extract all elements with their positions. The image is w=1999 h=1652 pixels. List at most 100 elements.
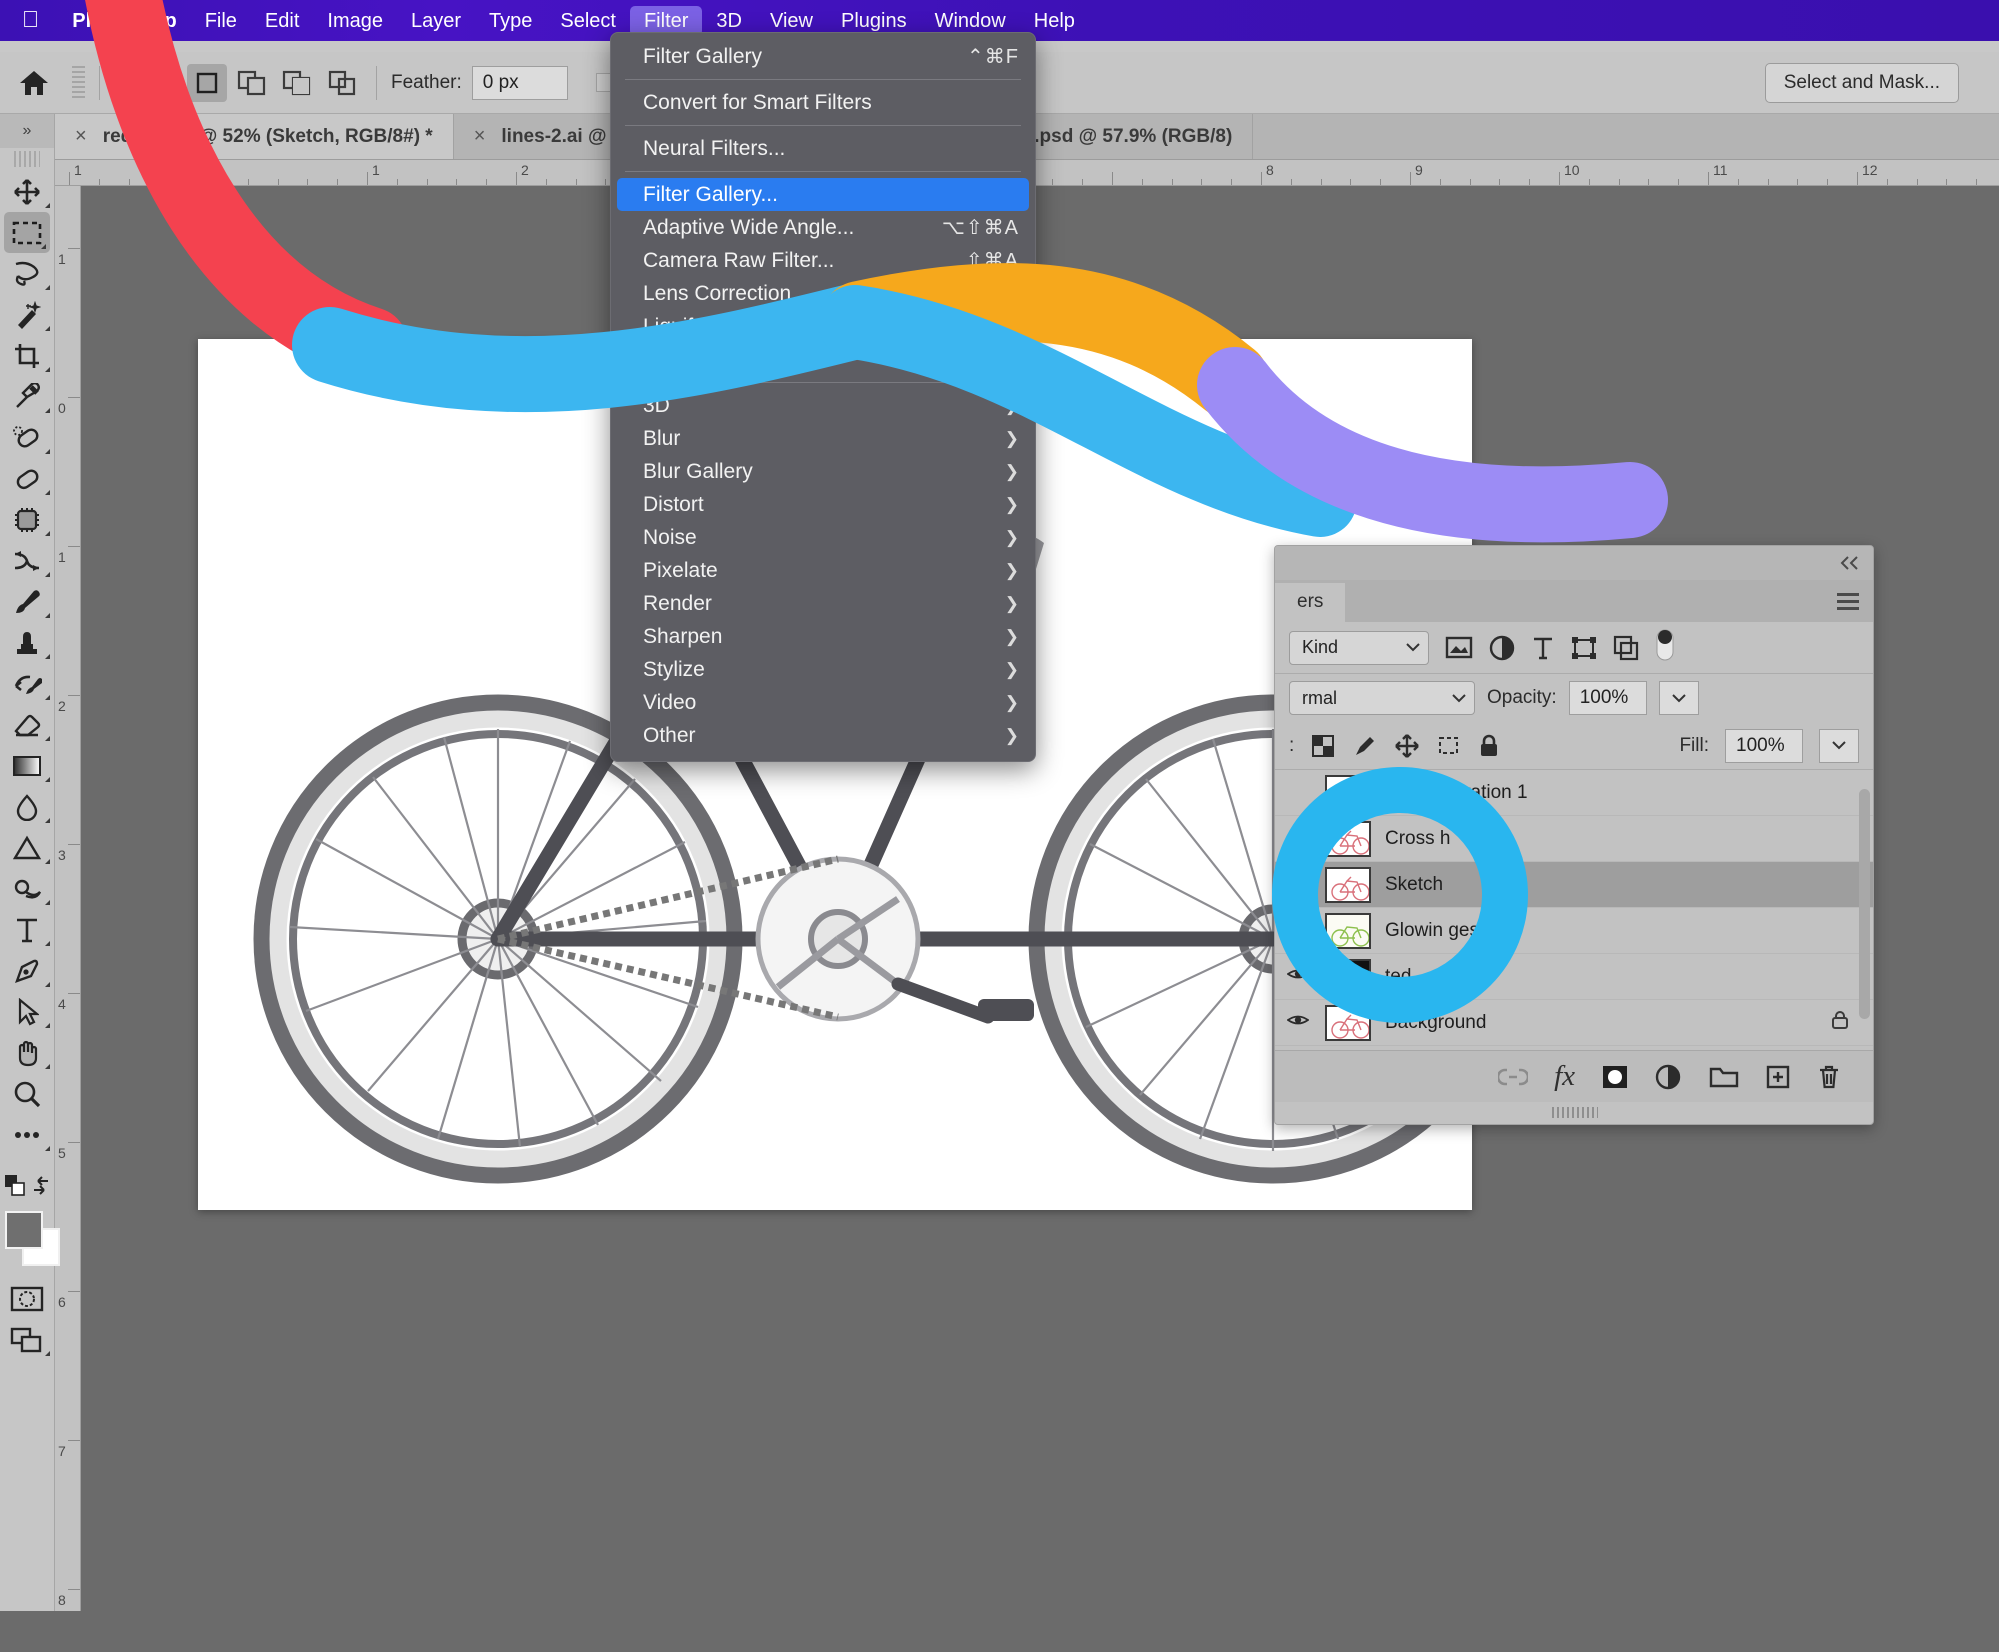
filter-menu-item-convert-for-smart-filters[interactable]: Convert for Smart Filters xyxy=(611,86,1035,119)
filter-menu-item-vanishing-point[interactable]: Vanishing Point...⌥⌘V xyxy=(611,343,1035,376)
eraser-tool[interactable] xyxy=(0,704,54,745)
layer-mask-button[interactable] xyxy=(1601,1064,1629,1090)
filter-menu-item-filter-gallery[interactable]: Filter Gallery⌃⌘F xyxy=(611,40,1035,73)
lock-all-icon[interactable] xyxy=(1478,733,1500,759)
intersect-selection-button[interactable] xyxy=(322,64,362,102)
layers-list[interactable]: Hue/Saturation 1Cross hSketchGlowin ges … xyxy=(1275,770,1873,1046)
patch-tool[interactable] xyxy=(0,458,54,499)
apple-icon[interactable]:  xyxy=(0,8,58,34)
path-selection-tool[interactable] xyxy=(0,991,54,1032)
layer-row[interactable]: Cross h xyxy=(1275,816,1873,862)
new-group-button[interactable] xyxy=(1709,1064,1739,1090)
adjustment-layer-filter-icon[interactable] xyxy=(1489,635,1515,661)
opacity-input[interactable]: 100% xyxy=(1569,681,1647,715)
lasso-tool[interactable] xyxy=(0,253,54,294)
filter-menu-item-video[interactable]: Video❯ xyxy=(611,686,1035,719)
dodge-tool-triangle[interactable] xyxy=(0,827,54,868)
link-layers-button[interactable] xyxy=(1498,1066,1528,1088)
rectangular-marquee-tool[interactable] xyxy=(4,212,50,253)
default-colors-and-swap[interactable] xyxy=(0,1165,54,1206)
filter-menu-item-noise[interactable]: Noise❯ xyxy=(611,521,1035,554)
content-aware-tool[interactable] xyxy=(0,499,54,540)
delete-layer-button[interactable] xyxy=(1817,1063,1841,1091)
double-chevron-left-icon[interactable] xyxy=(1839,555,1861,571)
filter-menu-item-sharpen[interactable]: Sharpen❯ xyxy=(611,620,1035,653)
filter-menu-item-other[interactable]: Other❯ xyxy=(611,719,1035,752)
layer-thumbnail[interactable] xyxy=(1325,867,1371,903)
dodge-tool[interactable] xyxy=(0,868,54,909)
menu-item-plugins[interactable]: Plugins xyxy=(827,6,921,36)
shape-layer-filter-icon[interactable] xyxy=(1571,635,1597,661)
menu-item-layer[interactable]: Layer xyxy=(397,6,475,36)
eye-icon[interactable] xyxy=(1285,966,1311,987)
filter-menu-item-neural-filters[interactable]: Neural Filters... xyxy=(611,132,1035,165)
menu-item-type[interactable]: Type xyxy=(475,6,546,36)
menu-item-help[interactable]: Help xyxy=(1020,6,1089,36)
filter-menu-item-camera-raw-filter[interactable]: Camera Raw Filter...⇧⌘A xyxy=(611,244,1035,277)
layer-thumbnail[interactable] xyxy=(1325,913,1371,949)
color-swatches[interactable] xyxy=(0,1206,55,1278)
menu-item-edit[interactable]: Edit xyxy=(251,6,313,36)
history-brush-tool[interactable] xyxy=(0,663,54,704)
foreground-color-swatch[interactable] xyxy=(5,1211,43,1249)
new-adjustment-layer-button[interactable] xyxy=(1655,1064,1683,1090)
layers-scrollbar[interactable] xyxy=(1859,789,1870,1019)
layer-thumbnail[interactable] xyxy=(1325,775,1371,811)
move-tool[interactable] xyxy=(0,171,54,212)
layers-panel-tabs[interactable]: ers xyxy=(1275,580,1873,622)
pixel-layer-filter-icon[interactable] xyxy=(1445,635,1473,661)
filter-menu-item-render[interactable]: Render❯ xyxy=(611,587,1035,620)
filter-toggle-switch[interactable] xyxy=(1655,628,1675,667)
marquee-tool-preset[interactable] xyxy=(124,70,158,96)
layers-panel-toolbar[interactable]: fx xyxy=(1275,1050,1874,1102)
tools-drag-handle[interactable] xyxy=(14,151,40,167)
filter-menu-item-distort[interactable]: Distort❯ xyxy=(611,488,1035,521)
new-selection-button[interactable] xyxy=(187,64,227,102)
subtract-from-selection-button[interactable] xyxy=(277,64,317,102)
crop-tool[interactable] xyxy=(0,335,54,376)
home-icon[interactable] xyxy=(0,68,68,98)
layer-thumbnail[interactable] xyxy=(1325,959,1371,995)
layer-thumbnail[interactable] xyxy=(1325,1005,1371,1041)
menu-item-file[interactable]: File xyxy=(191,6,251,36)
clone-stamp-tool[interactable] xyxy=(0,622,54,663)
fill-stepper[interactable] xyxy=(1819,729,1859,763)
lock-artboard-icon[interactable] xyxy=(1436,733,1462,759)
document-tab[interactable]: ×red_b .jpg @ 52% (Sketch, RGB/8#) * xyxy=(55,114,454,159)
layer-row[interactable]: Sketch xyxy=(1275,862,1873,908)
filter-menu-item-adaptive-wide-angle[interactable]: Adaptive Wide Angle...⌥⇧⌘A xyxy=(611,211,1035,244)
menu-item-photoshop[interactable]: Photoshop xyxy=(58,6,190,36)
layer-row[interactable]: Background xyxy=(1275,1000,1873,1046)
filter-menu-item-blur[interactable]: Blur❯ xyxy=(611,422,1035,455)
blend-mode-select[interactable]: rmal xyxy=(1289,681,1475,715)
fill-input[interactable]: 100% xyxy=(1725,729,1803,763)
new-layer-button[interactable] xyxy=(1765,1064,1791,1090)
eyedropper-tool[interactable] xyxy=(0,376,54,417)
layers-panel[interactable]: ers Kind rmal Opacity: 100% xyxy=(1274,545,1874,1125)
tab-layers[interactable]: ers xyxy=(1275,583,1345,622)
spot-healing-brush-tool[interactable] xyxy=(0,417,54,458)
menu-item-3d[interactable]: 3D xyxy=(702,6,756,36)
filter-menu-item-liquify[interactable]: Liquify...⇧⌘X xyxy=(611,310,1035,343)
filter-menu-item-stylize[interactable]: Stylize❯ xyxy=(611,653,1035,686)
panel-resize-handle[interactable] xyxy=(1275,1102,1874,1124)
layer-row[interactable]: Glowin ges xyxy=(1275,908,1873,954)
menu-item-view[interactable]: View xyxy=(756,6,827,36)
edit-toolbar-button[interactable] xyxy=(0,1114,54,1155)
type-layer-filter-icon[interactable] xyxy=(1531,635,1555,661)
smart-object-filter-icon[interactable] xyxy=(1613,635,1639,661)
filter-dropdown-menu[interactable]: Filter Gallery⌃⌘F Convert for Smart Filte… xyxy=(610,32,1036,762)
type-tool[interactable] xyxy=(0,909,54,950)
filter-kind-select[interactable]: Kind xyxy=(1289,631,1429,665)
quick-mask-button[interactable] xyxy=(0,1278,54,1319)
select-and-mask-button[interactable]: Select and Mask... xyxy=(1765,63,1959,103)
menu-item-image[interactable]: Image xyxy=(313,6,397,36)
filter-menu-item-blur-gallery[interactable]: Blur Gallery❯ xyxy=(611,455,1035,488)
shuffle-tool[interactable] xyxy=(0,540,54,581)
tools-collapse-button[interactable]: » xyxy=(0,114,54,148)
pen-tool[interactable] xyxy=(0,950,54,991)
filter-menu-item-lens-correction[interactable]: Lens Correction...⇧⌘R xyxy=(611,277,1035,310)
filter-menu-item-3d[interactable]: 3D❯ xyxy=(611,389,1035,422)
menu-item-select[interactable]: Select xyxy=(546,6,630,36)
magic-wand-tool[interactable] xyxy=(0,294,54,335)
